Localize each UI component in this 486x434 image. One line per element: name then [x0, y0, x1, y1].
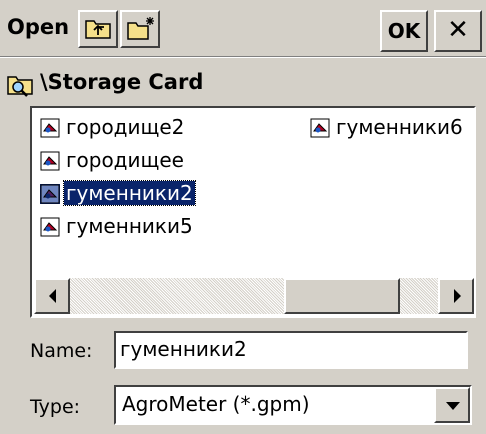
name-field[interactable]: гуменники2: [114, 331, 468, 369]
file-icon: [40, 151, 60, 171]
file-name: городище2: [66, 115, 185, 139]
folder-search-icon: [7, 76, 33, 97]
up-folder-icon: [85, 20, 111, 39]
chevron-down-icon: [446, 402, 460, 410]
close-icon: ✕: [447, 15, 469, 45]
up-folder-button[interactable]: [78, 10, 118, 48]
file-name: гуменники2: [63, 180, 196, 206]
type-select[interactable]: AgroMeter (*.gpm): [114, 385, 472, 425]
type-label: Type:: [30, 396, 81, 418]
scroll-thumb[interactable]: [284, 278, 400, 314]
file-name: гуменники5: [66, 214, 193, 238]
file-list[interactable]: городище2 городищее гуменники2 гуменники…: [30, 106, 476, 318]
type-dropdown-button[interactable]: [434, 387, 470, 423]
file-name: гуменники6: [336, 115, 463, 139]
title-separator: [0, 56, 486, 58]
arrow-left-icon: [49, 289, 56, 303]
current-path: \Storage Card: [40, 70, 204, 94]
scroll-left-button[interactable]: [34, 278, 70, 314]
new-folder-button[interactable]: [120, 10, 160, 48]
file-name: городищее: [66, 148, 184, 172]
type-value: AgroMeter (*.gpm): [122, 392, 310, 416]
new-folder-icon: [127, 17, 154, 40]
file-icon: [310, 118, 330, 138]
file-icon: [40, 217, 60, 237]
horizontal-scrollbar[interactable]: [34, 278, 474, 314]
file-icon: [40, 184, 60, 204]
open-dialog: Open OK ✕ \Storage Card городище2 городи…: [0, 0, 486, 434]
dialog-title: Open: [7, 15, 70, 39]
title-bar: Open OK ✕: [0, 2, 486, 58]
name-label: Name:: [30, 340, 93, 362]
arrow-right-icon: [454, 289, 461, 303]
scroll-right-button[interactable]: [438, 278, 474, 314]
file-icon: [40, 118, 60, 138]
ok-button[interactable]: OK: [380, 10, 428, 52]
close-button[interactable]: ✕: [434, 10, 482, 52]
